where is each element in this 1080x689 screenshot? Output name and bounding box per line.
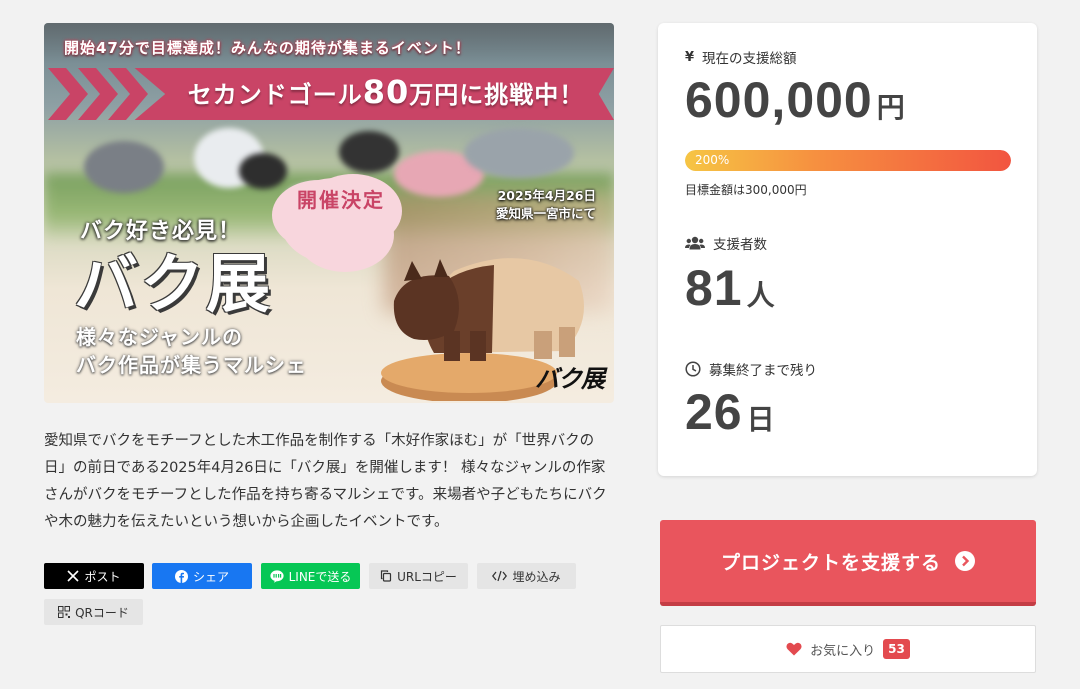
total-amount-label: ¥ 現在の支援総額 — [685, 47, 797, 68]
total-amount-label-text: 現在の支援総額 — [702, 51, 797, 67]
project-hero-image: 開始47分で目標達成！みんなの期待が集まるイベント！ セカンドゴール80万円に挑… — [44, 23, 614, 403]
copy-icon — [380, 570, 392, 582]
heart-icon — [786, 642, 802, 656]
hero-goal-pre: セカンドゴール — [187, 81, 363, 109]
code-icon — [492, 570, 508, 582]
hero-bubble-text: 開催決定 — [297, 188, 385, 212]
hero-goal-post: 万円に挑戦中！ — [409, 81, 585, 109]
share-x-label: ポスト — [84, 569, 121, 584]
project-description: 愛知県でバクをモチーフとした木工作品を制作する「木好作家ほむ」が「世界バクの日」… — [44, 433, 607, 530]
qr-code-label: QRコード — [75, 605, 129, 620]
hero-date-line: 2025年4月26日 — [497, 188, 596, 203]
hero-figurine — [339, 131, 399, 173]
embed-label: 埋め込み — [512, 569, 561, 584]
total-amount-number: 600,000 — [685, 72, 873, 128]
yen-icon: ¥ — [685, 49, 695, 65]
remaining-unit: 日 — [746, 403, 775, 436]
share-x-button[interactable]: ポスト — [44, 563, 144, 589]
total-amount-unit: 円 — [876, 91, 905, 124]
hero-subtitle-line: 様々なジャンルの — [76, 325, 243, 349]
hero-subtitle-line: バク作品が集うマルシェ — [76, 353, 307, 377]
hero-event-date: 2025年4月26日 愛知県一宮市にて — [496, 187, 596, 223]
support-project-label: プロジェクトを支援する — [720, 551, 941, 574]
hero-must-see: バク好き必見！ — [80, 219, 242, 244]
hero-logo: バク展 — [535, 365, 605, 393]
hero-goal-amount: 80 — [362, 73, 410, 111]
embed-button[interactable]: 埋め込み — [477, 563, 576, 589]
favorite-count-badge: 53 — [883, 639, 910, 659]
hero-figurine — [239, 153, 287, 189]
favorite-label: お気に入り — [810, 643, 876, 659]
supporters-unit: 人 — [746, 279, 775, 312]
progress-fill — [685, 150, 1011, 171]
hero-place-line: 愛知県一宮市にて — [495, 206, 596, 221]
clock-icon — [685, 361, 701, 377]
hero-subtitle: 様々なジャンルの バク作品が集うマルシェ — [76, 323, 307, 379]
supporters-label: 支援者数 — [685, 233, 767, 253]
hero-figurine — [84, 141, 164, 193]
progress-percent: 200% — [695, 153, 730, 167]
remaining-label: 募集終了まで残り — [685, 359, 817, 379]
hero-title: バク展 — [74, 248, 272, 322]
favorite-button[interactable]: お気に入り 53 — [660, 625, 1036, 673]
url-copy-label: URLコピー — [397, 569, 457, 584]
target-amount: 目標金額は300,000円 — [685, 183, 807, 197]
x-logo-icon — [67, 570, 80, 582]
supporters-number: 81 — [685, 260, 743, 316]
remaining-value: 26 日 — [685, 383, 775, 441]
facebook-logo-icon — [174, 569, 188, 583]
supporters-value: 81 人 — [685, 259, 775, 317]
line-logo-icon — [269, 569, 284, 583]
qr-code-button[interactable]: QRコード — [44, 599, 143, 625]
remaining-number: 26 — [685, 384, 743, 440]
banner-chevron-icon — [48, 68, 88, 120]
url-copy-button[interactable]: URLコピー — [369, 563, 468, 589]
qr-code-icon — [58, 606, 71, 618]
users-icon — [685, 236, 705, 250]
funding-stats-card: ¥ 現在の支援総額 600,000 円 200% 目標金額は300,000円 支… — [658, 23, 1037, 476]
support-project-button[interactable]: プロジェクトを支援する — [660, 520, 1036, 606]
chevron-right-circle-icon — [955, 551, 975, 571]
hero-figurine — [464, 128, 574, 178]
hero-tagline: 開始47分で目標達成！みんなの期待が集まるイベント！ — [64, 39, 471, 57]
share-facebook-button[interactable]: シェア — [152, 563, 252, 589]
share-line-label: LINEで送る — [288, 569, 352, 584]
funding-progress-bar: 200% — [685, 150, 1011, 171]
supporters-label-text: 支援者数 — [713, 237, 767, 253]
share-facebook-label: シェア — [192, 569, 229, 584]
hero-goal-text: セカンドゴール80万円に挑戦中！ — [156, 73, 614, 111]
share-line-button[interactable]: LINEで送る — [261, 563, 360, 589]
total-amount-value: 600,000 円 — [685, 71, 905, 129]
remaining-label-text: 募集終了まで残り — [709, 363, 817, 379]
